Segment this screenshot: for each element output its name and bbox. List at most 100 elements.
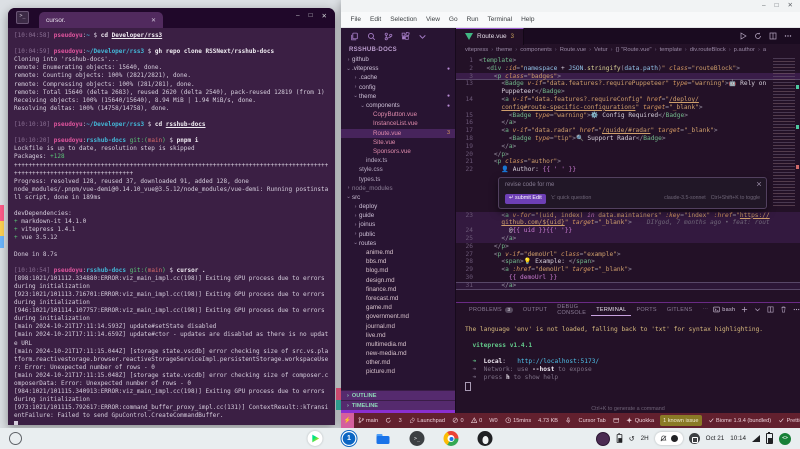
menu-view[interactable]: View: [421, 16, 444, 23]
tree-item-anime-md[interactable]: anime.md: [341, 248, 455, 257]
close-icon[interactable]: ✕: [322, 12, 327, 20]
ime-indicator[interactable]: [689, 433, 700, 444]
panel-tab-gitlens[interactable]: GITLENS: [662, 303, 698, 316]
statusbar-launchpad[interactable]: Launchpad: [405, 417, 448, 424]
tree-item-theme[interactable]: ⌄theme●: [341, 92, 455, 101]
sidebar-section-timeline[interactable]: › TIMELINE: [341, 400, 455, 410]
tree-item-node_modules[interactable]: ›node_modules: [341, 184, 455, 193]
statusbar-1-known-issue[interactable]: 1 known issue: [660, 415, 702, 426]
sync-icon[interactable]: [385, 417, 392, 424]
sidebar-section-outline[interactable]: › OUTLINE: [341, 390, 455, 400]
tree-item-live-md[interactable]: live.md: [341, 331, 455, 340]
terminal-tab[interactable]: cursor. ✕: [39, 12, 163, 28]
statusbar-0[interactable]: 0: [467, 417, 486, 424]
tree-item-new-media-md[interactable]: new-media.md: [341, 349, 455, 358]
breadcrumb-item[interactable]: p.author: [734, 47, 755, 53]
minimize-icon[interactable]: –: [296, 12, 300, 20]
shelf-app-terminal[interactable]: >_: [410, 431, 425, 446]
statusbar-prettier[interactable]: Prettier: [775, 417, 800, 424]
vscode-titlebar[interactable]: – □ ✕: [341, 0, 800, 12]
statusbar-window[interactable]: [609, 417, 623, 424]
integrated-terminal[interactable]: The language 'env' is not loaded, fallin…: [456, 316, 800, 413]
shelf-app-chrome[interactable]: [444, 431, 459, 446]
menu-terminal[interactable]: Terminal: [483, 16, 517, 23]
tree-item-routes[interactable]: ⌄routes: [341, 239, 455, 248]
branch-icon[interactable]: [358, 417, 365, 424]
more-icon[interactable]: [793, 306, 800, 313]
minimize-icon[interactable]: –: [762, 2, 766, 10]
tree-item-joinus[interactable]: ›joinus: [341, 220, 455, 229]
tree-item-multimedia-md[interactable]: multimedia.md: [341, 340, 455, 349]
launcher-button[interactable]: [9, 432, 22, 445]
tree-item-site-vue[interactable]: Site.vue: [341, 138, 455, 147]
submit-edit-button[interactable]: ↵ submit Edit: [505, 194, 546, 204]
terminal-titlebar[interactable]: >_ cursor. ✕ – □ ✕: [8, 8, 335, 28]
tree-item-github[interactable]: ›github: [341, 55, 455, 64]
tree-item-src[interactable]: ⌄src: [341, 193, 455, 202]
breadcrumb-item[interactable]: components: [520, 47, 552, 53]
panel-tab-ports[interactable]: PORTS: [631, 303, 661, 316]
menu-selection[interactable]: Selection: [386, 16, 422, 23]
breadcrumb-item[interactable]: theme: [496, 47, 512, 53]
maximize-icon[interactable]: □: [775, 2, 779, 10]
panel-tab-terminal[interactable]: TERMINAL: [591, 303, 631, 316]
more-icon[interactable]: [784, 32, 792, 40]
tree-item-picture-md[interactable]: picture.md: [341, 367, 455, 376]
statusbar-biome-1-9-4-bundled-[interactable]: Biome 1.9.4 (bundled): [704, 417, 775, 424]
play-icon[interactable]: [739, 32, 747, 40]
split-editor-icon[interactable]: [769, 32, 777, 40]
ai-prompt-input[interactable]: revise code for me: [505, 182, 760, 190]
rocket-icon[interactable]: [409, 417, 416, 424]
menu-edit[interactable]: Edit: [365, 16, 385, 23]
tree-item-government-md[interactable]: government.md: [341, 312, 455, 321]
clock-icon[interactable]: [505, 417, 512, 424]
mic-icon[interactable]: [565, 417, 572, 424]
chevron-down-icon[interactable]: [754, 306, 761, 313]
maximize-icon[interactable]: □: [309, 12, 313, 20]
statusbar-0[interactable]: 0: [448, 417, 467, 424]
minimap[interactable]: [773, 58, 795, 208]
statusbar-3[interactable]: 3: [395, 418, 405, 424]
trash-icon[interactable]: [780, 306, 787, 313]
warning-icon[interactable]: [471, 417, 478, 424]
shell-selector[interactable]: bash: [713, 306, 735, 313]
tree-item-style-css[interactable]: style.css: [341, 165, 455, 174]
code-editor[interactable]: 1<template>2 <div :id="namespace + JSON.…: [456, 55, 800, 302]
spark-icon[interactable]: [626, 417, 633, 424]
model-selector[interactable]: claude-3.5-sonnet: [664, 195, 706, 203]
statusbar-main[interactable]: main: [354, 417, 382, 424]
menu-go[interactable]: Go: [444, 16, 462, 23]
system-tray[interactable]: ↺ 2H Oct 21 10:14 <>: [596, 432, 800, 446]
tab-close-icon[interactable]: ✕: [151, 17, 156, 24]
plus-icon[interactable]: [741, 306, 748, 313]
statusbar-mic[interactable]: [562, 417, 576, 424]
tab-route-vue[interactable]: Route.vue 3: [456, 28, 524, 45]
breadcrumb-item[interactable]: vitepress: [465, 47, 488, 53]
tree-item-design-md[interactable]: design.md: [341, 276, 455, 285]
tree-item-index-ts[interactable]: index.ts: [341, 156, 455, 165]
shelf-app-linux-penguin[interactable]: [478, 431, 493, 446]
statusbar-cursor-tab[interactable]: Cursor Tab: [575, 418, 609, 424]
files-icon[interactable]: [350, 32, 359, 41]
breadcrumb-item[interactable]: {} "Route.vue": [616, 47, 652, 53]
tree-item-types-ts[interactable]: types.ts: [341, 174, 455, 183]
panel-tab-problems[interactable]: PROBLEMS3: [464, 303, 518, 316]
terminal-output[interactable]: [10:04:58] pseudoyu:~ $ cd Developer/rss…: [8, 28, 335, 425]
close-icon[interactable]: ✕: [788, 2, 793, 10]
tree-item-guide[interactable]: ›guide: [341, 211, 455, 220]
check-icon[interactable]: [708, 417, 715, 424]
shelf-app-files[interactable]: [376, 431, 391, 446]
statusbar-quokka[interactable]: Quokka: [623, 417, 658, 424]
window-icon[interactable]: [613, 417, 620, 424]
tree-item-config[interactable]: ›config: [341, 83, 455, 92]
statusbar-sync[interactable]: [382, 417, 396, 424]
shelf-app-play-store[interactable]: [308, 431, 323, 446]
statusbar-4-73-kb[interactable]: 4.73 KB: [535, 418, 562, 424]
sync-icon[interactable]: [754, 32, 762, 40]
breadcrumb-item[interactable]: a: [763, 47, 766, 53]
tree-item-blog-md[interactable]: blog.md: [341, 266, 455, 275]
tree-item-journal-md[interactable]: journal.md: [341, 321, 455, 330]
split-editor-icon[interactable]: [767, 306, 774, 313]
breadcrumb-item[interactable]: Vetur: [594, 47, 608, 53]
tree-item--vitepress[interactable]: ⌄.vitepress●: [341, 64, 455, 73]
